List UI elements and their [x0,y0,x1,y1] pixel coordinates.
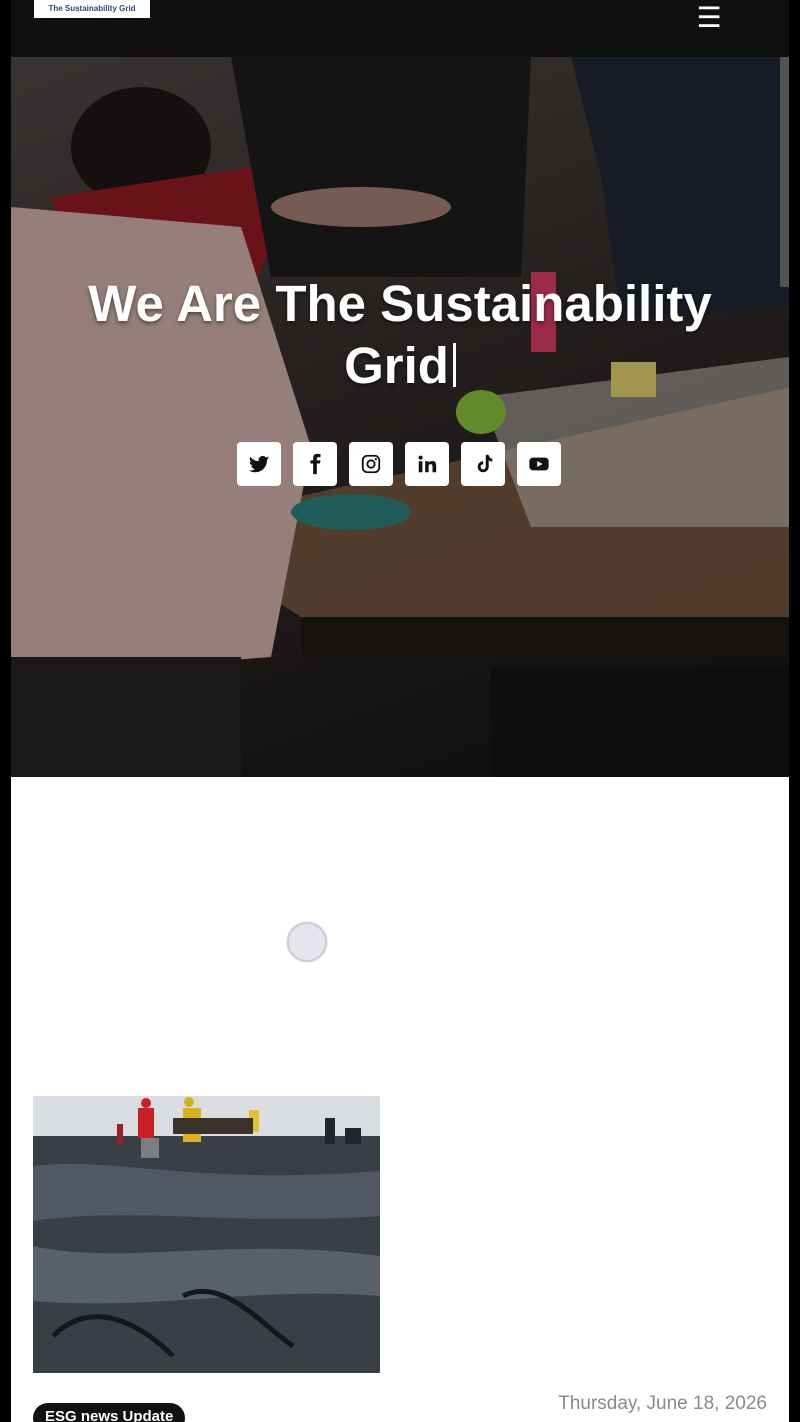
facebook-icon[interactable] [293,442,337,486]
twitter-icon[interactable] [237,442,281,486]
linkedin-icon[interactable] [405,442,449,486]
hero-background-image [11,57,789,777]
site-logo[interactable]: The Sustainability Grid [34,0,150,18]
category-tag[interactable]: ESG news Update [33,1403,186,1422]
category-tag-label: ESG news Update [45,1408,174,1422]
hero-title-text: We Are The Sustainability Grid [88,275,712,394]
typing-caret [452,343,456,387]
loading-spinner [287,922,327,962]
social-links [237,442,561,486]
tiktok-icon[interactable] [461,442,505,486]
article-thumbnail[interactable] [33,1096,380,1373]
page: The Sustainability Grid ☰ We Are The Sus… [11,0,789,1422]
hamburger-menu-icon[interactable]: ☰ [695,4,723,32]
hero-scrollbar[interactable] [780,57,789,287]
youtube-icon[interactable] [517,442,561,486]
instagram-icon[interactable] [349,442,393,486]
logo-text: The Sustainability Grid [48,3,136,13]
hero-title: We Are The Sustainability Grid [51,273,749,397]
top-navigation-bar: The Sustainability Grid ☰ [11,0,789,57]
article-date: Thursday, June 18, 2026 [558,1393,767,1414]
article-image [33,1096,380,1373]
hero-section: We Are The Sustainability Grid [11,57,789,777]
